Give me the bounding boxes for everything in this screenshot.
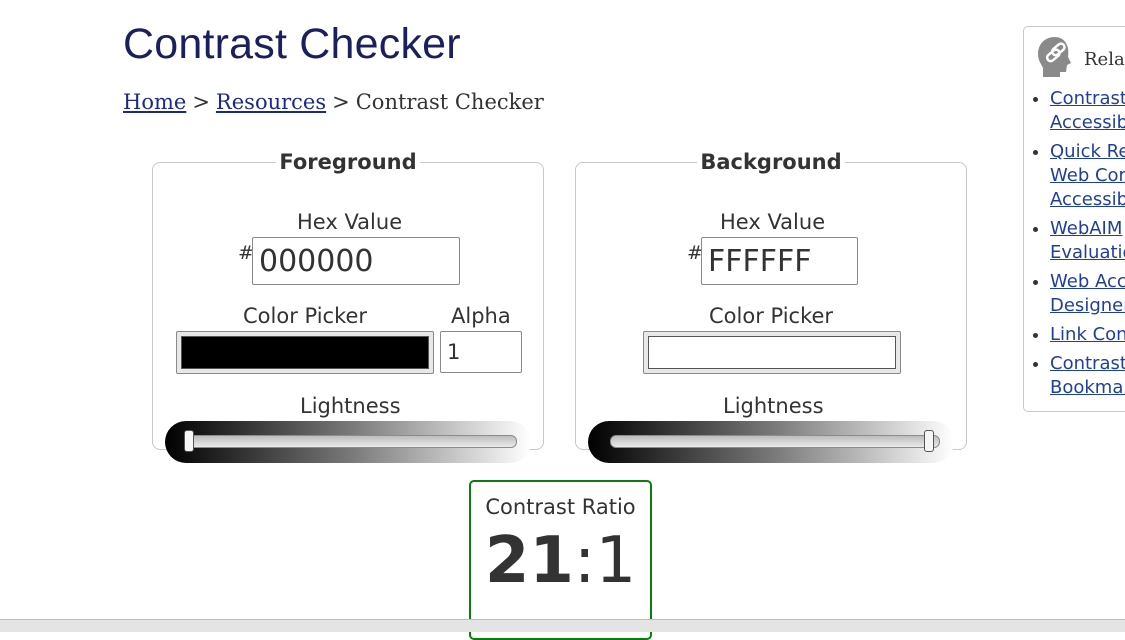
related-link-4[interactable]: Web Acc Designer	[1050, 271, 1125, 316]
list-item: Web AccDesigner	[1050, 270, 1125, 318]
background-lightness-label: Lightness	[723, 394, 824, 418]
list-item: ContrastBookmar	[1050, 352, 1125, 400]
background-legend: Background	[700, 150, 842, 174]
background-hex-label: Hex Value	[720, 210, 826, 234]
page-title: Contrast Checker	[123, 20, 461, 68]
list-item: Link Con	[1050, 323, 1125, 347]
related-link-5[interactable]: Link Con	[1050, 324, 1125, 345]
contrast-ratio-box: Contrast Ratio 21:1	[469, 480, 652, 640]
contrast-ratio-colon: :	[573, 524, 596, 598]
bottom-scrollbar[interactable]	[0, 619, 1125, 632]
background-color-swatch	[648, 336, 896, 369]
related-resources-panel: Rela ContrastAccessib Quick ReWeb CorAcc…	[1023, 26, 1125, 412]
related-resources-header: Rela	[1036, 35, 1125, 83]
background-lightness-track	[610, 435, 940, 448]
foreground-lightness-slider[interactable]	[165, 421, 531, 463]
related-resources-title: Rela	[1084, 48, 1125, 70]
foreground-lightness-thumb[interactable]	[184, 430, 194, 452]
list-item: Quick ReWeb CorAccessib	[1050, 140, 1125, 212]
foreground-hex-label: Hex Value	[297, 210, 403, 234]
foreground-hex-input[interactable]	[252, 237, 460, 285]
breadcrumb: Home > Resources > Contrast Checker	[123, 90, 544, 114]
breadcrumb-resources-link[interactable]: Resources	[216, 90, 326, 114]
related-resources-list: ContrastAccessib Quick ReWeb CorAccessib…	[1024, 87, 1125, 405]
breadcrumb-separator: >	[192, 90, 210, 114]
contrast-ratio-value: 21:1	[471, 529, 650, 593]
chain-link-head-icon	[1036, 35, 1074, 83]
breadcrumb-home-link[interactable]: Home	[123, 90, 186, 114]
foreground-color-picker-button[interactable]	[176, 331, 434, 374]
related-link-3[interactable]: WebAIMEvaluatio	[1050, 218, 1125, 263]
related-link-1[interactable]: Contrast Accessib	[1050, 88, 1125, 133]
foreground-panel: Foreground Hex Value # Color Picker Alph…	[152, 150, 544, 463]
background-hex-input[interactable]	[701, 237, 858, 285]
foreground-lightness-track	[187, 435, 517, 448]
list-item: WebAIMEvaluatio	[1050, 217, 1125, 265]
contrast-ratio-label: Contrast Ratio	[485, 495, 636, 519]
background-panel: Background Hex Value # Color Picker Ligh…	[575, 150, 967, 463]
contrast-ratio-left: 21	[484, 524, 574, 598]
related-link-2[interactable]: Quick Re Web Cor Accessib	[1050, 141, 1125, 210]
background-lightness-slider[interactable]	[588, 421, 954, 463]
foreground-alpha-input[interactable]	[440, 331, 522, 373]
foreground-color-picker-label: Color Picker	[243, 304, 368, 328]
breadcrumb-separator: >	[332, 90, 350, 114]
background-color-picker-label: Color Picker	[709, 304, 834, 328]
foreground-legend: Foreground	[279, 150, 417, 174]
background-color-picker-button[interactable]	[643, 331, 901, 374]
related-link-6[interactable]: Contrast Bookmar	[1050, 353, 1125, 398]
contrast-ratio-right: 1	[595, 524, 637, 598]
foreground-color-swatch	[181, 336, 429, 369]
foreground-lightness-label: Lightness	[300, 394, 401, 418]
foreground-alpha-label: Alpha	[451, 304, 511, 328]
background-lightness-thumb[interactable]	[924, 430, 934, 452]
list-item: ContrastAccessib	[1050, 87, 1125, 135]
breadcrumb-current: Contrast Checker	[355, 90, 544, 114]
